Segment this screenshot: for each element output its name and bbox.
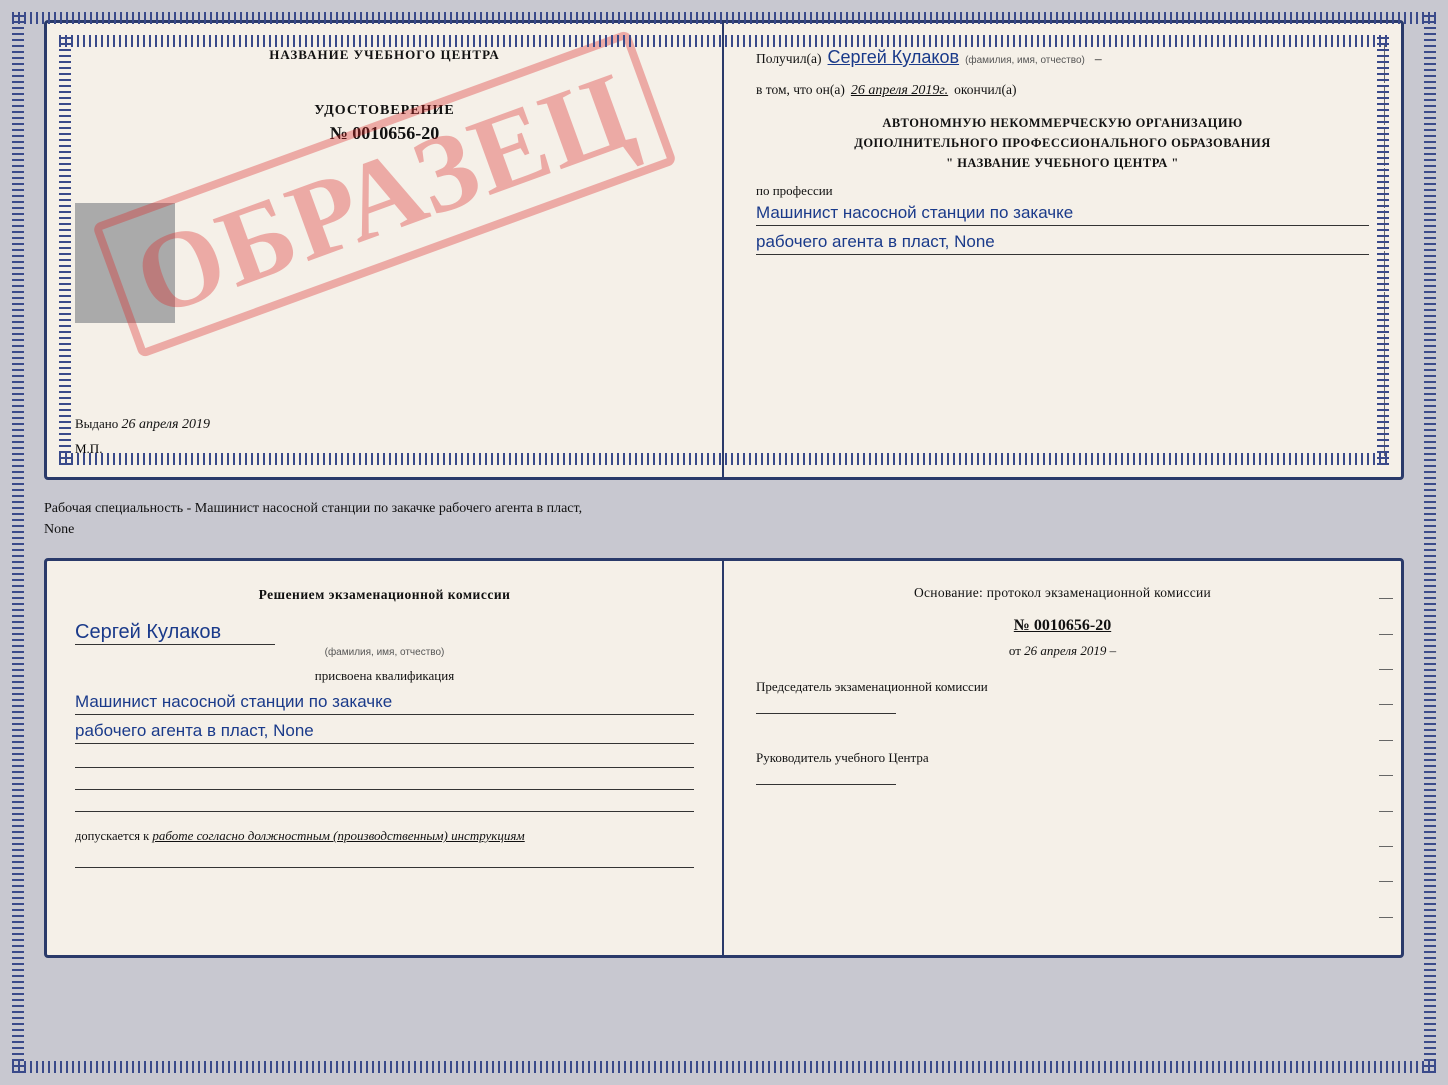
- name-sublabel-bottom: (фамилия, имя, отчество): [75, 647, 694, 658]
- bottom-lines: [75, 754, 694, 812]
- school-name-top: НАЗВАНИЕ УЧЕБНОГО ЦЕНТРА: [75, 47, 694, 63]
- udostoverenie-number: № 0010656-20: [75, 123, 694, 144]
- profession-line1: Машинист насосной станции по закачке: [756, 203, 1369, 226]
- bottom-lines-2: [75, 854, 694, 868]
- poluchil-label: Получил(а): [756, 51, 822, 67]
- obrazec-stamp: ОБРАЗЕЦ: [87, 123, 682, 265]
- rukovoditel-block: Руководитель учебного Центра: [756, 746, 1369, 793]
- org-line2: ДОПОЛНИТЕЛЬНОГО ПРОФЕССИОНАЛЬНОГО ОБРАЗО…: [756, 133, 1369, 153]
- vydano-date: 26 апреля 2019: [122, 417, 210, 432]
- rukovoditel-sig-line: [756, 784, 896, 785]
- date-line-top: в том, что он(а) 26 апреля 2019г. окончи…: [756, 82, 1369, 99]
- predsedatel-label: Председатель экзаменационной комиссии: [756, 675, 1369, 698]
- dopusk-text: работе согласно должностным (производств…: [152, 828, 524, 843]
- cert-left-page: НАЗВАНИЕ УЧЕБНОГО ЦЕНТРА ОБРАЗЕЦ УДОСТОВ…: [47, 23, 724, 477]
- resheniem-title: Решением экзаменационной комиссии: [75, 585, 694, 605]
- org-line1: АВТОНОМНУЮ НЕКОММЕРЧЕСКУЮ ОРГАНИЗАЦИЮ: [756, 113, 1369, 133]
- org-line3: " НАЗВАНИЕ УЧЕБНОГО ЦЕНТРА ": [756, 153, 1369, 173]
- profession-line2: рабочего агента в пласт, None: [756, 232, 1369, 255]
- date-value-bottom: 26 апреля 2019: [1024, 643, 1106, 658]
- middle-text-none: None: [44, 522, 74, 537]
- date-value-top: 26 апреля 2019г.: [851, 83, 948, 99]
- okonchil-label: окончил(а): [954, 82, 1016, 98]
- mp-text: М.П.: [75, 441, 694, 457]
- dopuskaetsya-label: допускается к: [75, 829, 149, 843]
- udostoverenie-block: УДОСТОВЕРЕНИЕ № 0010656-20: [75, 103, 694, 144]
- certificate-book-bottom: Решением экзаменационной комиссии Сергей…: [44, 558, 1404, 958]
- prisvoena-label: присвоена квалификация: [75, 668, 694, 684]
- org-block: АВТОНОМНУЮ НЕКОММЕРЧЕСКУЮ ОРГАНИЗАЦИЮ ДО…: [756, 113, 1369, 173]
- predsedatel-sig-line: [756, 713, 896, 714]
- recipient-sublabel: (фамилия, имя, отчество): [965, 55, 1085, 66]
- protocol-number: № 0010656-20: [756, 617, 1369, 635]
- vydano-line: Выдано 26 апреля 2019: [75, 416, 694, 433]
- qual-line1: Машинист насосной станции по закачке: [75, 692, 694, 715]
- obrazec-text: ОБРАЗЕЦ: [92, 30, 677, 359]
- predsedatel-block: Председатель экзаменационной комиссии: [756, 675, 1369, 722]
- name-handwritten-bottom: Сергей Кулаков: [75, 621, 275, 645]
- middle-text-main: Рабочая специальность - Машинист насосно…: [44, 501, 582, 516]
- recipient-line: Получил(а) Сергей Кулаков (фамилия, имя,…: [756, 47, 1369, 68]
- ot-label: от: [1009, 643, 1021, 658]
- qual-line2: рабочего агента в пласт, None: [75, 721, 694, 744]
- date-dash: –: [1110, 643, 1117, 658]
- date-line-bottom: от 26 апреля 2019 –: [756, 643, 1369, 659]
- vtom-label: в том, что он(а): [756, 82, 845, 98]
- cert2-left-page: Решением экзаменационной комиссии Сергей…: [47, 561, 724, 955]
- cert2-right-page: Основание: протокол экзаменационной коми…: [724, 561, 1401, 955]
- rukovoditel-label: Руководитель учебного Центра: [756, 746, 1369, 769]
- osnov-title: Основание: протокол экзаменационной коми…: [756, 585, 1369, 601]
- vydano-label: Выдано: [75, 416, 118, 431]
- dash-1: –: [1095, 51, 1102, 67]
- cert-right-page: Получил(а) Сергей Кулаков (фамилия, имя,…: [724, 23, 1401, 477]
- po-professii: по профессии: [756, 183, 1369, 199]
- book2-right-margin: [1379, 581, 1393, 935]
- certificate-book-top: НАЗВАНИЕ УЧЕБНОГО ЦЕНТРА ОБРАЗЕЦ УДОСТОВ…: [44, 20, 1404, 480]
- allowed-block: допускается к работе согласно должностны…: [75, 828, 694, 844]
- right-margin-lines: [1375, 43, 1393, 457]
- recipient-name: Сергей Кулаков: [828, 47, 960, 68]
- udostoverenie-title: УДОСТОВЕРЕНИЕ: [75, 103, 694, 119]
- middle-text-block: Рабочая специальность - Машинист насосно…: [44, 492, 1404, 546]
- name-block-bottom: Сергей Кулаков (фамилия, имя, отчество): [75, 621, 694, 658]
- photo-placeholder: [75, 203, 175, 323]
- cert-left-bottom: Выдано 26 апреля 2019 М.П.: [75, 416, 694, 457]
